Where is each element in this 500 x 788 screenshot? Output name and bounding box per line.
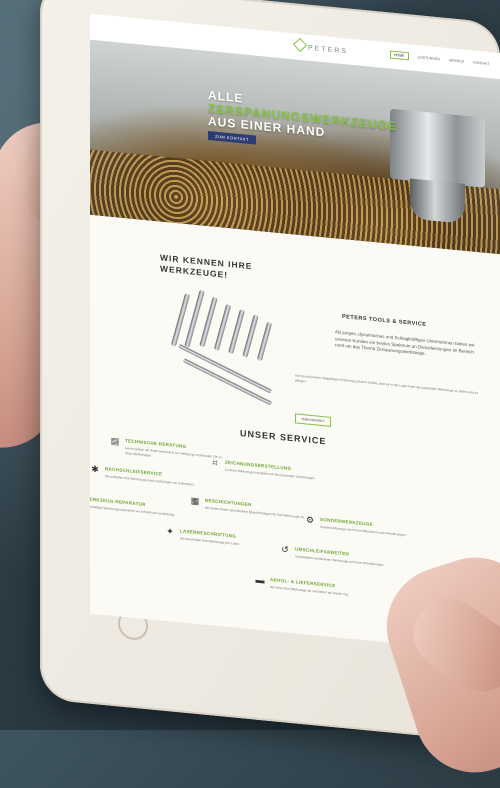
main-nav: HOME LEISTUNGEN SERVICE KONTAKT — [390, 50, 497, 67]
service-umschleifarbeiten[interactable]: ↺ UMSCHLEIFARBEITEN Umschleifen vorhande… — [280, 544, 400, 567]
service-laserbeschriftung[interactable]: ✦ LASERBESCHRIFTUNG Wir beschriften Ihre… — [165, 526, 285, 546]
service-technische-beratung[interactable]: ▤ TECHNISCHE BERATUNG Gerne stehen wir I… — [110, 435, 230, 460]
service-sonderwerkzeuge[interactable]: ⚙ SONDERWERKZEUGE Sonderwerkzeuge nach I… — [305, 514, 425, 537]
machine-spindle-image — [390, 108, 485, 188]
nav-kontakt[interactable]: KONTAKT — [473, 61, 489, 67]
chat-icon: ▤ — [110, 435, 120, 447]
service-text: Umschleifen vorhandener Werkzeuge auf ne… — [295, 554, 385, 567]
tool-7 — [256, 321, 273, 362]
service-text: Wir schleifen Ihre Werkzeuge nach und br… — [105, 474, 195, 487]
service-text: Wir bieten Ihnen verschiedene Beschichtu… — [205, 505, 305, 520]
service-text: Wir holen Ihre Werkzeuge ab und liefern … — [270, 584, 350, 597]
crop-icon: ⌗ — [212, 457, 218, 468]
service-abhol-lieferservice[interactable]: ▬ ABHOL- & LIEFERSERVICE Wir holen Ihre … — [255, 574, 375, 597]
tool-9 — [182, 358, 273, 406]
logo-diamond-icon — [292, 37, 308, 52]
service-beschichtungen[interactable]: ▦ BESCHICHTUNGEN Wir bieten Ihnen versch… — [190, 495, 310, 519]
tools-image — [170, 286, 290, 408]
tool-3 — [199, 296, 218, 348]
service-text: Wir beschriften Ihre Werkzeuge per Laser… — [180, 536, 240, 547]
sparkle-icon: ✦ — [166, 526, 174, 537]
nav-home[interactable]: HOME — [390, 50, 409, 61]
tablet-screen: PETERS HOME LEISTUNGEN SERVICE KONTAKT A… — [90, 13, 500, 656]
hero-contact-button[interactable]: ZUM KONTAKT — [208, 131, 256, 145]
layers-icon: ▦ — [190, 495, 200, 507]
undo-icon: ↺ — [281, 544, 289, 555]
service-nachschleifservice[interactable]: ✱ NACHSCHLEIFSERVICE Wir schleifen Ihre … — [90, 463, 210, 487]
logo-text: PETERS — [308, 44, 349, 56]
service-text: Sonderwerkzeuge nach Ihren Wünschen und … — [320, 524, 407, 538]
service-werkzeug-reparatur[interactable]: ✎ WERKZEUG-REPARATUR Beschädigte Werkzeu… — [90, 494, 190, 517]
gear-icon: ✱ — [91, 463, 99, 475]
truck-icon: ▬ — [255, 574, 265, 586]
tool-4 — [213, 303, 232, 351]
company-name: PETERS TOOLS & SERVICE — [342, 313, 427, 329]
services-heading: UNSER SERVICE — [240, 428, 327, 447]
service-text: Zu Ihren Werkzeugen erstellen wir die pa… — [225, 467, 316, 481]
about-small-text: Auf Grund unserer langjährigen Erfahrung… — [295, 373, 479, 396]
about-contact-button[interactable]: ZUM KONTAKT — [295, 413, 331, 427]
logo[interactable]: PETERS — [292, 37, 349, 56]
tool-6 — [242, 314, 259, 358]
nav-service[interactable]: SERVICE — [449, 58, 464, 63]
nav-leistungen[interactable]: LEISTUNGEN — [417, 55, 439, 61]
tool-5 — [228, 309, 245, 355]
about-heading: WIR KENNEN IHRE WERKZEUGE! — [160, 252, 252, 283]
about-text: Als junges, dynamisches und Schlagkräfti… — [335, 329, 475, 356]
milling-cutter-image — [410, 178, 465, 224]
settings-icon: ⚙ — [305, 514, 315, 526]
